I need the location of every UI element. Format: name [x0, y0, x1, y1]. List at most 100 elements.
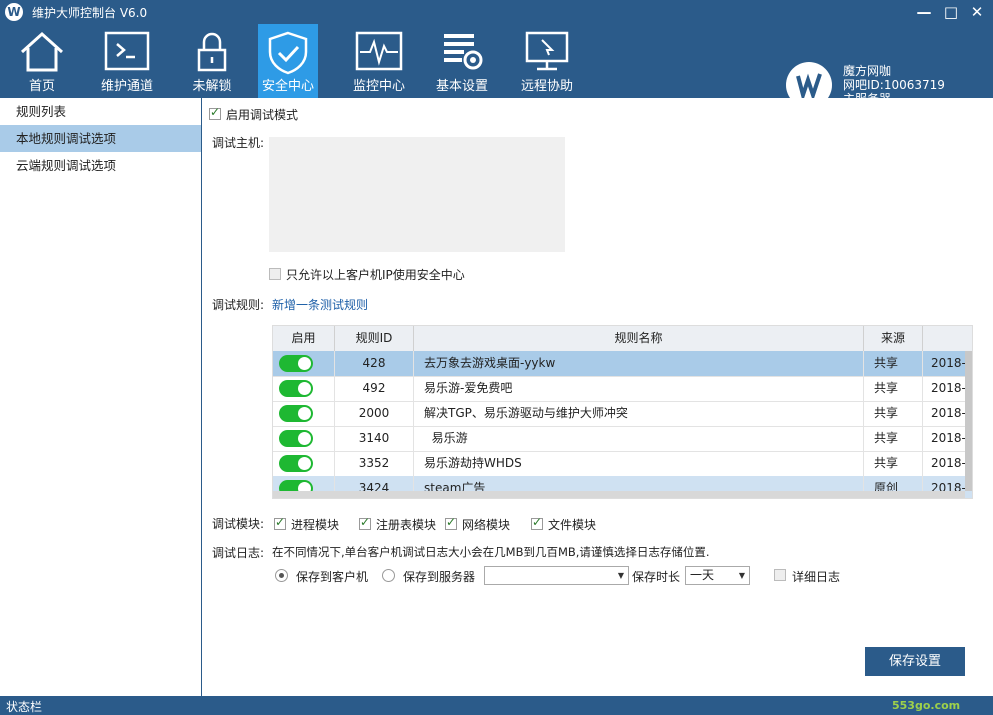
header-update[interactable]: 更: [923, 326, 972, 351]
sidebar: 规则列表 本地规则调试选项 云端规则调试选项: [0, 98, 202, 696]
sidebar-item-rule-list[interactable]: 规则列表: [0, 98, 201, 125]
file-module-checkbox[interactable]: [531, 515, 543, 530]
enable-toggle[interactable]: [279, 380, 313, 397]
enable-toggle[interactable]: [279, 355, 313, 372]
nav-monitor-center[interactable]: 监控中心: [346, 24, 412, 98]
rule-id: 428: [335, 351, 414, 376]
network-module-checkbox[interactable]: [445, 515, 457, 530]
debug-log-hint: 在不同情况下,单台客户机调试日志大小会在几MB到几百MB,请谨慎选择日志存储位置…: [272, 545, 710, 559]
table-row[interactable]: 3140 易乐游 共享 2018-: [273, 426, 972, 452]
rule-name: 解决TGP、易乐游驱动与维护大师冲突: [414, 401, 864, 426]
registry-module-label: 注册表模块: [376, 518, 437, 532]
network-module-label: 网络模块: [462, 518, 511, 532]
save-settings-button[interactable]: 保存设置: [865, 647, 965, 676]
terminal-icon: [104, 31, 150, 71]
header-rule-id[interactable]: 规则ID: [335, 326, 414, 351]
detail-log-checkbox[interactable]: [774, 569, 786, 581]
nav-label: 未解锁: [192, 79, 232, 94]
rule-name: 易乐游劫持WHDS: [414, 451, 864, 476]
save-to-server-label: 保存到服务器: [403, 570, 476, 584]
save-to-client-radio[interactable]: [275, 569, 288, 582]
rule-id: 2000: [335, 401, 414, 426]
process-module-checkbox[interactable]: [274, 515, 286, 530]
sidebar-item-cloud-rule-debug[interactable]: 云端规则调试选项: [0, 152, 201, 179]
home-icon: [20, 31, 64, 72]
debug-mode-checkbox[interactable]: [209, 105, 221, 120]
nav-label: 首页: [28, 79, 55, 94]
rule-source: 共享: [864, 426, 923, 451]
settings-list-icon: [444, 34, 483, 70]
rule-id: 3352: [335, 451, 414, 476]
brand-name: 魔方网咖: [843, 64, 892, 78]
debug-rules-label: 调试规则:: [212, 298, 265, 312]
table-vertical-scrollbar[interactable]: [965, 351, 972, 491]
table-row[interactable]: 2000 解决TGP、易乐游驱动与维护大师冲突 共享 2018-: [273, 401, 972, 427]
nav-basic-settings[interactable]: 基本设置: [428, 24, 496, 98]
app-logo-icon: W: [5, 3, 23, 21]
header-source[interactable]: 来源: [864, 326, 923, 351]
minimize-button[interactable]: —: [913, 2, 935, 22]
table-row[interactable]: 492 易乐游-爱免费吧 共享 2018-: [273, 376, 972, 402]
save-to-client-label: 保存到客户机: [296, 570, 369, 584]
rule-source: 共享: [864, 351, 923, 376]
table-row[interactable]: 428 去万象去游戏桌面-yykw 共享 2018-: [273, 351, 972, 377]
retention-select[interactable]: 一天 ▼: [685, 566, 750, 585]
lock-icon: [197, 32, 227, 72]
nav-label: 维护通道: [100, 79, 153, 94]
chevron-down-icon: ▼: [617, 571, 624, 580]
nav-remote-assistance[interactable]: 远程协助: [514, 24, 580, 98]
nav-label: 安全中心: [261, 79, 314, 94]
save-to-server-radio[interactable]: [382, 569, 395, 582]
status-bar: 状态栏: [0, 696, 993, 715]
debug-host-textarea[interactable]: [269, 137, 565, 252]
remote-screen-icon: [525, 31, 569, 71]
debug-host-label: 调试主机:: [212, 136, 265, 150]
rule-id: 3140: [335, 426, 414, 451]
rule-name: 易乐游-爱免费吧: [414, 376, 864, 401]
enable-toggle[interactable]: [279, 455, 313, 472]
nav-home[interactable]: 首页: [2, 24, 82, 98]
rule-source: 共享: [864, 401, 923, 426]
only-allow-checkbox[interactable]: [269, 268, 281, 280]
chevron-down-icon: ▼: [738, 571, 745, 580]
detail-log-label: 详细日志: [792, 570, 841, 584]
monitor-pulse-icon: [355, 31, 403, 71]
shield-check-icon: [268, 31, 308, 75]
title-bar: W 维护大师控制台 V6.0 — □ ✕: [0, 0, 993, 24]
debug-modules-label: 调试模块:: [212, 517, 265, 531]
rule-name: 去万象去游戏桌面-yykw: [414, 351, 864, 376]
nav-label: 远程协助: [520, 79, 573, 94]
rule-source: 共享: [864, 376, 923, 401]
enable-toggle[interactable]: [279, 430, 313, 447]
retention-select-value: 一天: [690, 568, 715, 582]
status-bar-text: 状态栏: [6, 700, 43, 714]
header-rule-name[interactable]: 规则名称: [414, 326, 864, 351]
maximize-button[interactable]: □: [940, 2, 962, 22]
nav-maintenance-channel[interactable]: 维护通道: [88, 24, 166, 98]
retention-label: 保存时长: [632, 570, 681, 584]
debug-mode-label: 启用调试模式: [226, 108, 299, 122]
rule-id: 492: [335, 376, 414, 401]
table-horizontal-scrollbar[interactable]: [273, 491, 965, 498]
nav-label: 基本设置: [435, 79, 488, 94]
window-title: 维护大师控制台 V6.0: [32, 6, 148, 20]
debug-log-label: 调试日志:: [212, 546, 265, 560]
brand-id: 网吧ID:10063719: [843, 78, 945, 92]
close-button[interactable]: ✕: [966, 2, 988, 22]
nav-unlocked[interactable]: 未解锁: [172, 24, 252, 98]
registry-module-checkbox[interactable]: [359, 515, 371, 530]
main-panel: 启用调试模式 调试主机: 只允许以上客户机IP使用安全中心 调试规则: 新增一条…: [202, 98, 993, 696]
top-nav: 首页 维护通道 未解锁 安全中心 监控中心 基本设置 远程协助 魔方网咖 网吧I…: [0, 24, 993, 108]
server-select[interactable]: ▼: [484, 566, 629, 585]
header-enabled[interactable]: 启用: [273, 326, 335, 351]
nav-label: 监控中心: [352, 79, 405, 94]
process-module-label: 进程模块: [291, 518, 340, 532]
table-row[interactable]: 3352 易乐游劫持WHDS 共享 2018-: [273, 451, 972, 477]
add-rule-link[interactable]: 新增一条测试规则: [272, 296, 368, 313]
rules-table: 启用 规则ID 规则名称 来源 更 428 去万象去游戏桌面-yykw 共享 2…: [272, 325, 973, 499]
rule-name: 易乐游: [414, 426, 864, 451]
nav-security-center[interactable]: 安全中心: [258, 24, 318, 98]
rule-source: 共享: [864, 451, 923, 476]
sidebar-item-local-rule-debug[interactable]: 本地规则调试选项: [0, 125, 201, 152]
enable-toggle[interactable]: [279, 405, 313, 422]
